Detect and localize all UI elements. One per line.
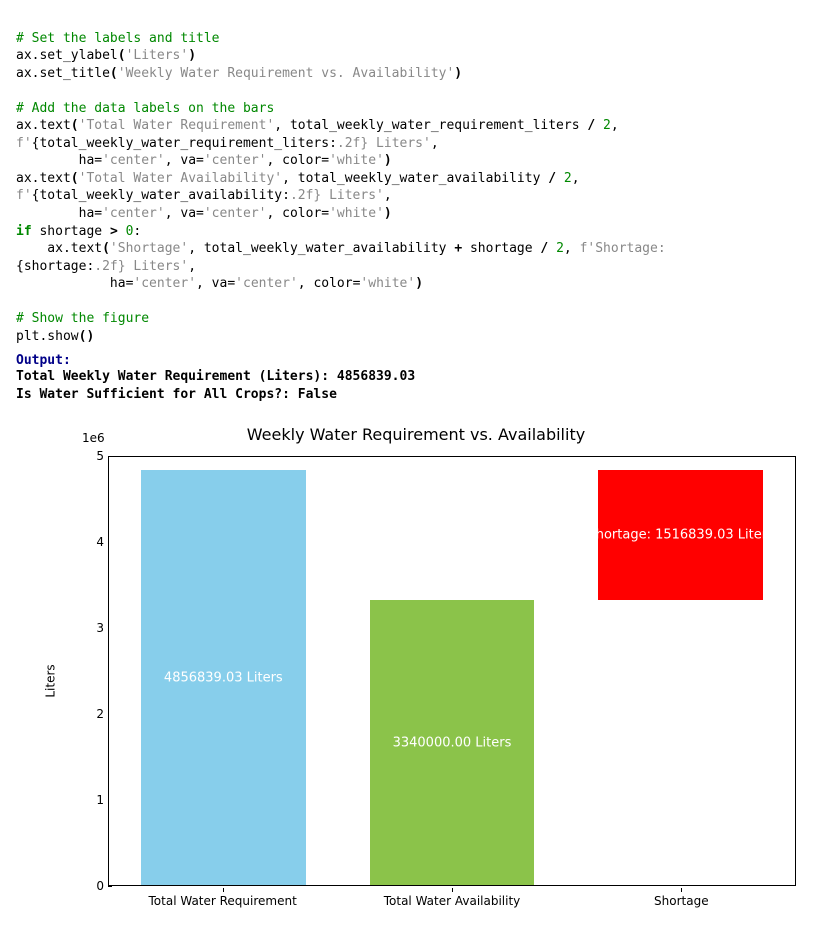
code-block: # Set the labels and title ax.set_ylabel… (16, 12, 810, 345)
ytick-label: 0 (96, 879, 104, 893)
chart-yticks: 0 1 2 3 4 5 (56, 446, 108, 916)
bar-data-label: Shortage: 1516839.03 Liters (587, 527, 773, 542)
bar-chart: Weekly Water Requirement vs. Availabilit… (26, 419, 806, 916)
ytick-label: 1 (96, 793, 104, 807)
code-comment: # Set the labels and title (16, 31, 220, 46)
chart-title: Weekly Water Requirement vs. Availabilit… (26, 419, 806, 446)
chart-exponent: 1e6 (82, 431, 105, 445)
xtick-label: Total Water Availability (384, 894, 521, 908)
chart-bar: Shortage: 1516839.03 Liters (598, 470, 763, 600)
ytick-label: 2 (96, 707, 104, 721)
chart-bar: 3340000.00 Liters (370, 600, 535, 886)
xtick-label: Total Water Requirement (149, 894, 297, 908)
chart-plot-area: 4856839.03 Liters 3340000.00 Liters Shorta… (108, 456, 796, 886)
chart-xticks: Total Water Requirement Total Water Avail… (108, 888, 796, 916)
bar-data-label: 3340000.00 Liters (393, 735, 512, 750)
code-comment: # Show the figure (16, 311, 149, 326)
output-text: Total Weekly Water Requirement (Liters):… (16, 368, 810, 403)
output-label: Output: (16, 353, 810, 368)
ytick-label: 3 (96, 621, 104, 635)
code-comment: # Add the data labels on the bars (16, 101, 274, 116)
ytick-label: 5 (96, 449, 104, 463)
ytick-label: 4 (96, 535, 104, 549)
chart-bar: 4856839.03 Liters (141, 470, 306, 886)
bar-data-label: 4856839.03 Liters (164, 670, 283, 685)
xtick-label: Shortage (654, 894, 709, 908)
